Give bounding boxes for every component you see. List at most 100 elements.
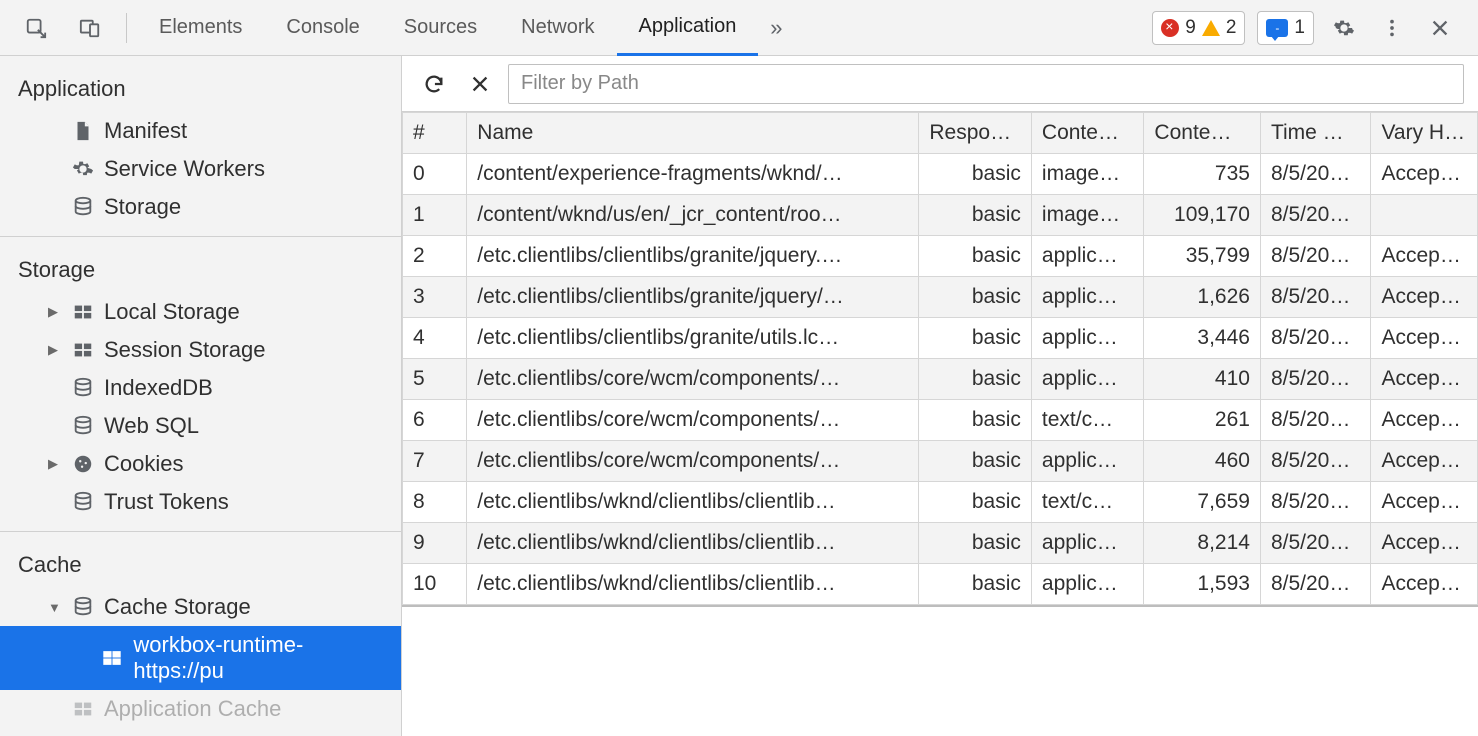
table-row[interactable]: 4/etc.clientlibs/clientlibs/granite/util… — [403, 318, 1478, 359]
sidebar-item-label: Storage — [104, 194, 181, 220]
cell-time: 8/5/20… — [1260, 564, 1371, 605]
cell-vary: Accep… — [1371, 400, 1478, 441]
table-row[interactable]: 3/etc.clientlibs/clientlibs/granite/jque… — [403, 277, 1478, 318]
table-row[interactable]: 7/etc.clientlibs/core/wcm/components/…ba… — [403, 441, 1478, 482]
divider — [126, 13, 127, 43]
devtools-tabbar: Elements Console Sources Network Applica… — [0, 0, 1478, 56]
error-icon — [1161, 19, 1179, 37]
sidebar-item-manifest[interactable]: Manifest — [0, 112, 401, 150]
cell-time: 8/5/20… — [1260, 441, 1371, 482]
settings-icon[interactable] — [1326, 10, 1362, 46]
sidebar-item-label: Trust Tokens — [104, 489, 229, 515]
more-tabs-icon[interactable]: » — [758, 10, 794, 46]
filter-input[interactable] — [508, 64, 1464, 104]
chevron-right-icon: ▶ — [48, 342, 62, 358]
cell-index: 10 — [403, 564, 467, 605]
cell-index: 6 — [403, 400, 467, 441]
sidebar-item-local-storage[interactable]: ▶ Local Storage — [0, 293, 401, 331]
section-application: Application — [0, 70, 401, 112]
inspect-icon[interactable] — [18, 10, 54, 46]
tab-application[interactable]: Application — [617, 0, 759, 56]
cell-name: /etc.clientlibs/core/wcm/components/… — [467, 400, 919, 441]
cell-vary: Accep… — [1371, 359, 1478, 400]
cache-toolbar — [402, 56, 1478, 112]
cell-content-type: applic… — [1031, 277, 1144, 318]
cell-content-length: 735 — [1144, 154, 1261, 195]
table-row[interactable]: 5/etc.clientlibs/core/wcm/components/…ba… — [403, 359, 1478, 400]
cell-content-length: 460 — [1144, 441, 1261, 482]
tab-sources[interactable]: Sources — [382, 0, 499, 56]
table-row[interactable]: 9/etc.clientlibs/wknd/clientlibs/clientl… — [403, 523, 1478, 564]
table-row[interactable]: 2/etc.clientlibs/clientlibs/granite/jque… — [403, 236, 1478, 277]
sidebar-item-service-workers[interactable]: Service Workers — [0, 150, 401, 188]
cell-response: basic — [919, 236, 1032, 277]
table-row[interactable]: 6/etc.clientlibs/core/wcm/components/…ba… — [403, 400, 1478, 441]
sidebar-item-label: Cache Storage — [104, 594, 251, 620]
cell-vary — [1371, 195, 1478, 236]
col-name[interactable]: Name — [467, 113, 919, 154]
table-row[interactable]: 8/etc.clientlibs/wknd/clientlibs/clientl… — [403, 482, 1478, 523]
cell-content-length: 410 — [1144, 359, 1261, 400]
device-toggle-icon[interactable] — [72, 10, 108, 46]
table-row[interactable]: 1/content/wknd/us/en/_jcr_content/roo…ba… — [403, 195, 1478, 236]
tab-network[interactable]: Network — [499, 0, 616, 56]
sidebar-item-session-storage[interactable]: ▶ Session Storage — [0, 331, 401, 369]
cell-content-length: 8,214 — [1144, 523, 1261, 564]
cell-content-length: 35,799 — [1144, 236, 1261, 277]
sidebar-item-cache-entry[interactable]: workbox-runtime-https://pu — [0, 626, 401, 690]
warning-count: 2 — [1226, 17, 1237, 39]
kebab-menu-icon[interactable] — [1374, 10, 1410, 46]
sidebar-item-indexeddb[interactable]: IndexedDB — [0, 369, 401, 407]
sidebar-item-cache-storage[interactable]: ▼ Cache Storage — [0, 588, 401, 626]
cache-content-pane: # Name Respo… Conte… Conte… Time … Vary … — [402, 56, 1478, 736]
cell-index: 1 — [403, 195, 467, 236]
cell-content-length: 3,446 — [1144, 318, 1261, 359]
cell-time: 8/5/20… — [1260, 523, 1371, 564]
cell-index: 7 — [403, 441, 467, 482]
sidebar-item-application-cache[interactable]: Application Cache — [0, 690, 401, 728]
refresh-icon[interactable] — [416, 66, 452, 102]
cell-content-length: 109,170 — [1144, 195, 1261, 236]
col-content-length[interactable]: Conte… — [1144, 113, 1261, 154]
cell-name: /etc.clientlibs/wknd/clientlibs/clientli… — [467, 523, 919, 564]
cell-time: 8/5/20… — [1260, 277, 1371, 318]
cookie-icon — [72, 453, 94, 475]
cell-index: 0 — [403, 154, 467, 195]
cell-content-length: 1,593 — [1144, 564, 1261, 605]
cell-response: basic — [919, 359, 1032, 400]
tab-elements[interactable]: Elements — [137, 0, 264, 56]
sidebar-item-storage[interactable]: Storage — [0, 188, 401, 226]
cell-response: basic — [919, 195, 1032, 236]
close-icon[interactable] — [1422, 10, 1458, 46]
sidebar-item-websql[interactable]: Web SQL — [0, 407, 401, 445]
cell-name: /etc.clientlibs/wknd/clientlibs/clientli… — [467, 564, 919, 605]
cell-time: 8/5/20… — [1260, 195, 1371, 236]
cell-index: 3 — [403, 277, 467, 318]
cell-vary: Accep… — [1371, 441, 1478, 482]
error-warning-badge[interactable]: 9 2 — [1152, 11, 1245, 45]
cell-response: basic — [919, 400, 1032, 441]
cell-content-length: 7,659 — [1144, 482, 1261, 523]
cell-time: 8/5/20… — [1260, 236, 1371, 277]
cell-time: 8/5/20… — [1260, 482, 1371, 523]
cell-name: /content/experience-fragments/wknd/… — [467, 154, 919, 195]
cell-content-length: 1,626 — [1144, 277, 1261, 318]
sidebar-item-label: Cookies — [104, 451, 183, 477]
col-index[interactable]: # — [403, 113, 467, 154]
sidebar-item-trust-tokens[interactable]: Trust Tokens — [0, 483, 401, 521]
tab-console[interactable]: Console — [264, 0, 381, 56]
table-row[interactable]: 10/etc.clientlibs/wknd/clientlibs/client… — [403, 564, 1478, 605]
issues-badge[interactable]: - 1 — [1257, 11, 1314, 45]
cell-name: /etc.clientlibs/wknd/clientlibs/clientli… — [467, 482, 919, 523]
table-row[interactable]: 0/content/experience-fragments/wknd/…bas… — [403, 154, 1478, 195]
col-vary[interactable]: Vary H… — [1371, 113, 1478, 154]
clear-icon[interactable] — [462, 66, 498, 102]
col-content-type[interactable]: Conte… — [1031, 113, 1144, 154]
cell-vary: Accep… — [1371, 564, 1478, 605]
col-response[interactable]: Respo… — [919, 113, 1032, 154]
col-time[interactable]: Time … — [1260, 113, 1371, 154]
cell-vary: Accep… — [1371, 277, 1478, 318]
sidebar-item-cookies[interactable]: ▶ Cookies — [0, 445, 401, 483]
chevron-right-icon: ▶ — [48, 456, 62, 472]
application-sidebar: Application Manifest Service Workers Sto… — [0, 56, 402, 736]
